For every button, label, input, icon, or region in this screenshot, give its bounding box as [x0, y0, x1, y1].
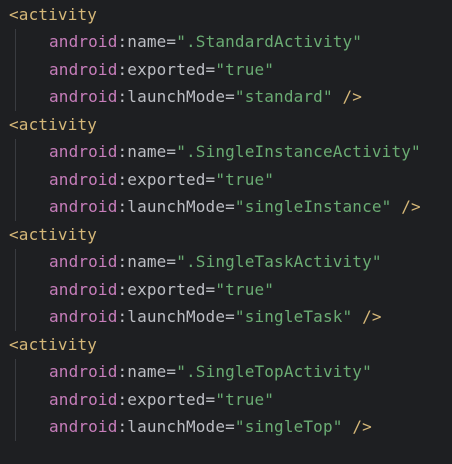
- attr-name: name: [127, 142, 167, 161]
- code-line[interactable]: android:name=".StandardActivity": [49, 28, 362, 55]
- attr-name: name: [127, 252, 167, 271]
- attr-equals: =: [225, 87, 235, 106]
- attr-equals: =: [166, 362, 177, 381]
- tag-close: />: [391, 197, 421, 216]
- attr-name: exported: [127, 280, 206, 299]
- attr-name: exported: [127, 170, 206, 189]
- tag-close: />: [332, 87, 363, 106]
- code-line[interactable]: <activity: [9, 111, 97, 138]
- attr-value: ".SingleTopActivity": [176, 362, 372, 381]
- attr-name: launchMode: [127, 307, 226, 326]
- attr-name: launchMode: [127, 87, 226, 106]
- attr-namespace: android: [49, 87, 118, 106]
- attr-value: ".SingleTaskActivity": [176, 252, 382, 271]
- code-editor[interactable]: <activity android:name=".StandardActivit…: [0, 0, 452, 464]
- attr-separator: :: [117, 142, 128, 161]
- code-line[interactable]: <activity: [9, 331, 97, 358]
- code-line[interactable]: android:name=".SingleTaskActivity": [49, 248, 382, 275]
- code-line[interactable]: android:exported="true": [49, 276, 274, 303]
- tag-open: <activity: [9, 335, 98, 354]
- attr-equals: =: [205, 60, 216, 79]
- attr-value: "singleTop": [234, 417, 343, 436]
- code-line[interactable]: <activity: [9, 221, 97, 248]
- attr-separator: :: [117, 390, 128, 409]
- tag-open: <activity: [9, 5, 98, 24]
- attr-name: exported: [127, 390, 206, 409]
- indent-guide: [15, 359, 16, 441]
- attr-equals: =: [225, 307, 235, 326]
- attr-name: launchMode: [127, 197, 226, 216]
- attr-equals: =: [225, 197, 235, 216]
- indent-guide: [15, 29, 16, 111]
- attr-namespace: android: [49, 252, 118, 271]
- code-line[interactable]: android:launchMode="singleTask" />: [49, 303, 382, 330]
- code-line[interactable]: android:exported="true": [49, 56, 274, 83]
- attr-equals: =: [205, 170, 216, 189]
- attr-separator: :: [117, 87, 128, 106]
- attr-separator: :: [117, 32, 128, 51]
- code-line[interactable]: android:name=".SingleInstanceActivity": [49, 138, 421, 165]
- attr-separator: :: [117, 362, 128, 381]
- code-line[interactable]: android:exported="true": [49, 386, 274, 413]
- code-line[interactable]: android:exported="true": [49, 166, 274, 193]
- tag-open: <activity: [9, 115, 98, 134]
- attr-separator: :: [117, 252, 128, 271]
- tag-open: <activity: [9, 225, 98, 244]
- attr-name: name: [127, 32, 167, 51]
- attr-name: name: [127, 362, 167, 381]
- attr-namespace: android: [49, 60, 118, 79]
- attr-namespace: android: [49, 362, 118, 381]
- attr-namespace: android: [49, 417, 118, 436]
- attr-separator: :: [117, 280, 128, 299]
- attr-namespace: android: [49, 197, 118, 216]
- attr-value: "true": [215, 60, 275, 79]
- tag-close: />: [342, 417, 372, 436]
- indent-guide: [15, 139, 16, 221]
- attr-equals: =: [225, 417, 235, 436]
- attr-equals: =: [205, 280, 216, 299]
- attr-separator: :: [117, 197, 128, 216]
- code-line[interactable]: android:launchMode="singleInstance" />: [49, 193, 421, 220]
- attr-equals: =: [166, 32, 177, 51]
- code-line[interactable]: <activity: [9, 1, 97, 28]
- attr-value: "singleInstance": [234, 197, 392, 216]
- attr-name: launchMode: [127, 417, 226, 436]
- attr-value: ".SingleInstanceActivity": [176, 142, 421, 161]
- code-line[interactable]: android:name=".SingleTopActivity": [49, 358, 372, 385]
- attr-name: exported: [127, 60, 206, 79]
- attr-namespace: android: [49, 307, 118, 326]
- attr-equals: =: [166, 252, 177, 271]
- attr-equals: =: [166, 142, 177, 161]
- attr-value: "true": [215, 170, 275, 189]
- attr-namespace: android: [49, 390, 118, 409]
- attr-value: "standard": [234, 87, 333, 106]
- attr-value: "true": [215, 280, 275, 299]
- attr-namespace: android: [49, 142, 118, 161]
- attr-value: "true": [215, 390, 275, 409]
- attr-namespace: android: [49, 280, 118, 299]
- attr-separator: :: [117, 170, 128, 189]
- code-line[interactable]: android:launchMode="singleTop" />: [49, 413, 372, 440]
- tag-close: />: [352, 307, 382, 326]
- attr-equals: =: [205, 390, 216, 409]
- indent-guide: [15, 249, 16, 331]
- attr-namespace: android: [49, 170, 118, 189]
- attr-separator: :: [117, 60, 128, 79]
- attr-separator: :: [117, 307, 128, 326]
- attr-value: ".StandardActivity": [176, 32, 363, 51]
- code-line[interactable]: android:launchMode="standard" />: [49, 83, 362, 110]
- attr-namespace: android: [49, 32, 118, 51]
- attr-separator: :: [117, 417, 128, 436]
- attr-value: "singleTask": [234, 307, 353, 326]
